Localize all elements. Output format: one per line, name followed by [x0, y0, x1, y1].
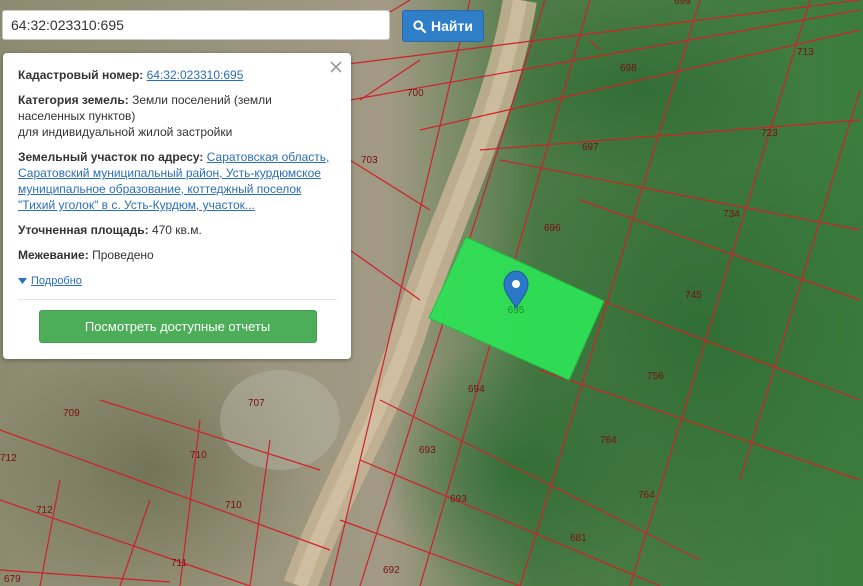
- parcel-label: 699: [674, 0, 691, 7]
- land-category-value: Земли поселений (земли: [132, 93, 272, 107]
- cadastral-number-link[interactable]: 64:32:023310:695: [147, 68, 244, 82]
- parcel-label: 745: [685, 290, 702, 301]
- details-link-label: Подробно: [31, 275, 82, 287]
- parcel-label: 707: [248, 398, 265, 409]
- parcel-label: 764: [638, 490, 655, 501]
- address-link[interactable]: Саратовский муниципальный район, Усть-ку…: [18, 166, 321, 180]
- parcel-label: 700: [407, 88, 424, 99]
- parcel-label: 693: [450, 494, 467, 505]
- view-reports-button[interactable]: Посмотреть доступные отчеты: [38, 310, 317, 343]
- parcel-label: 679: [4, 574, 21, 585]
- parcel-label: 709: [63, 408, 80, 419]
- survey-row: Межевание: Проведено: [18, 247, 337, 263]
- parcel-label: 711: [171, 558, 187, 569]
- parcel-label: 713: [797, 47, 814, 58]
- caret-down-icon: [18, 278, 27, 284]
- survey-value: Проведено: [92, 248, 154, 262]
- address-label: Земельный участок по адресу:: [18, 150, 204, 164]
- search-button-label: Найти: [431, 18, 473, 34]
- cadastral-number-label: Кадастровый номер:: [18, 68, 144, 82]
- parcel-label: 698: [620, 63, 637, 74]
- parcel-label: 712: [36, 505, 53, 516]
- parcel-label: 696: [544, 223, 561, 234]
- land-category-label: Категория земель:: [18, 93, 129, 107]
- close-icon[interactable]: [329, 60, 343, 74]
- parcel-label: 756: [647, 371, 664, 382]
- parcel-label: 712: [0, 453, 17, 464]
- address-link[interactable]: муниципальное образование, коттеджный по…: [18, 182, 301, 196]
- search-button[interactable]: Найти: [402, 10, 484, 42]
- parcel-label: 764: [600, 435, 617, 446]
- parcel-label: 710: [225, 500, 242, 511]
- cadastral-number-row: Кадастровый номер: 64:32:023310:695: [18, 67, 337, 83]
- parcel-label: 734: [723, 209, 740, 220]
- search-icon: [413, 19, 427, 33]
- parcel-label: 694: [468, 384, 485, 395]
- panel-divider: [18, 299, 337, 300]
- parcel-label: 703: [361, 155, 378, 166]
- parcel-info-panel: Кадастровый номер: 64:32:023310:695 Кате…: [3, 53, 351, 359]
- area-value: 470 кв.м.: [151, 223, 202, 237]
- parcel-label: 710: [190, 450, 207, 461]
- land-category-value: населенных пунктов): [18, 109, 136, 123]
- area-label: Уточненная площадь:: [18, 223, 149, 237]
- address-link[interactable]: "Тихий уголок" в с. Усть-Курдюм, участок…: [18, 198, 255, 212]
- address-row: Земельный участок по адресу: Саратовская…: [18, 149, 337, 213]
- parcel-label: 723: [761, 128, 778, 139]
- address-link[interactable]: Саратовская область,: [207, 150, 330, 164]
- search-input[interactable]: [2, 10, 390, 40]
- parcel-label: 693: [419, 445, 436, 456]
- land-category-value: для индивидуальной жилой застройки: [18, 125, 233, 139]
- land-category-row: Категория земель: Земли поселений (земли…: [18, 92, 337, 140]
- area-row: Уточненная площадь: 470 кв.м.: [18, 222, 337, 238]
- parcel-label: 681: [570, 533, 587, 544]
- survey-label: Межевание:: [18, 248, 89, 262]
- parcel-label: 697: [582, 142, 599, 153]
- details-link[interactable]: Подробно: [18, 273, 82, 289]
- parcel-label: 692: [383, 565, 400, 576]
